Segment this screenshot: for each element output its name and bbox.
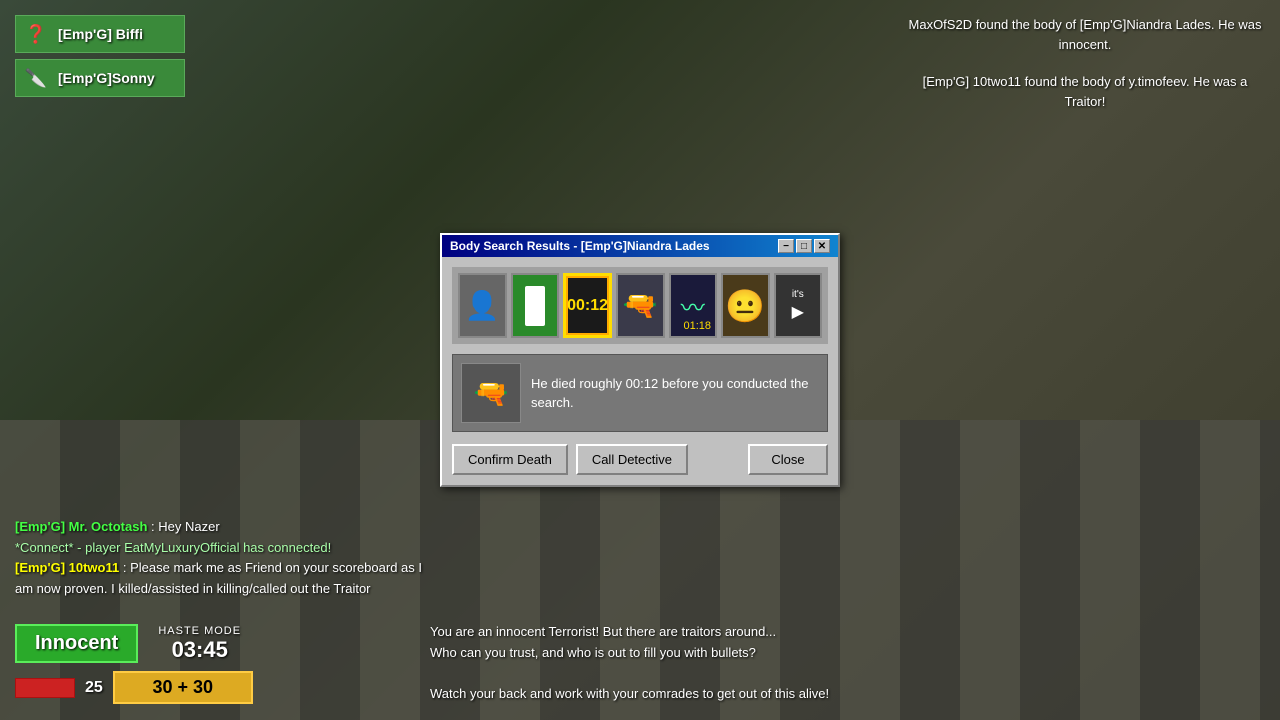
traitor-bar-icon bbox=[513, 275, 558, 336]
timer-value: 00:12 bbox=[567, 297, 608, 315]
dna-time: 01:18 bbox=[684, 320, 712, 332]
suspect-img: 😐 bbox=[723, 275, 768, 336]
evidence-suspect[interactable]: 😐 bbox=[721, 273, 770, 338]
modal-overlay: Body Search Results - [Emp'G]Niandra Lad… bbox=[0, 0, 1280, 720]
death-thumb-icon: 🔫 bbox=[474, 377, 509, 410]
modal-body: 👤 00:12 🔫 bbox=[442, 257, 838, 485]
close-button[interactable]: Close bbox=[748, 444, 828, 475]
titlebar-buttons: − □ ✕ bbox=[778, 239, 830, 253]
its-label: it's bbox=[792, 289, 804, 300]
action-buttons: Confirm Death Call Detective Close bbox=[452, 444, 828, 475]
evidence-dna[interactable]: 〰 01:18 bbox=[669, 273, 718, 338]
evidence-timer[interactable]: 00:12 bbox=[563, 273, 612, 338]
suspect-face: 😐 bbox=[725, 287, 765, 325]
traitor-bar-shape bbox=[525, 286, 545, 326]
evidence-row: 👤 00:12 🔫 bbox=[452, 267, 828, 344]
body-search-dialog: Body Search Results - [Emp'G]Niandra Lad… bbox=[440, 233, 840, 487]
its-display: it's ▶ bbox=[776, 275, 821, 336]
death-thumbnail: 🔫 bbox=[461, 363, 521, 423]
avatar-img: 👤 bbox=[460, 275, 505, 336]
confirm-death-button[interactable]: Confirm Death bbox=[452, 444, 568, 475]
play-icon: ▶ bbox=[792, 302, 804, 322]
close-x-button[interactable]: ✕ bbox=[814, 239, 830, 253]
dna-display: 〰 01:18 bbox=[671, 275, 716, 336]
weapon-img: 🔫 bbox=[618, 275, 663, 336]
death-info-box: 🔫 He died roughly 00:12 before you condu… bbox=[452, 354, 828, 432]
modal-title: Body Search Results - [Emp'G]Niandra Lad… bbox=[450, 239, 710, 253]
evidence-its-video[interactable]: it's ▶ bbox=[774, 273, 823, 338]
minimize-button[interactable]: − bbox=[778, 239, 794, 253]
death-description: He died roughly 00:12 before you conduct… bbox=[531, 374, 819, 413]
evidence-avatar[interactable]: 👤 bbox=[458, 273, 507, 338]
call-detective-button[interactable]: Call Detective bbox=[576, 444, 688, 475]
maximize-button[interactable]: □ bbox=[796, 239, 812, 253]
evidence-weapon[interactable]: 🔫 bbox=[616, 273, 665, 338]
evidence-traitor-icon[interactable] bbox=[511, 273, 560, 338]
dna-wave-icon: 〰 bbox=[681, 288, 705, 323]
modal-titlebar: Body Search Results - [Emp'G]Niandra Lad… bbox=[442, 235, 838, 257]
timer-display: 00:12 bbox=[566, 276, 609, 335]
